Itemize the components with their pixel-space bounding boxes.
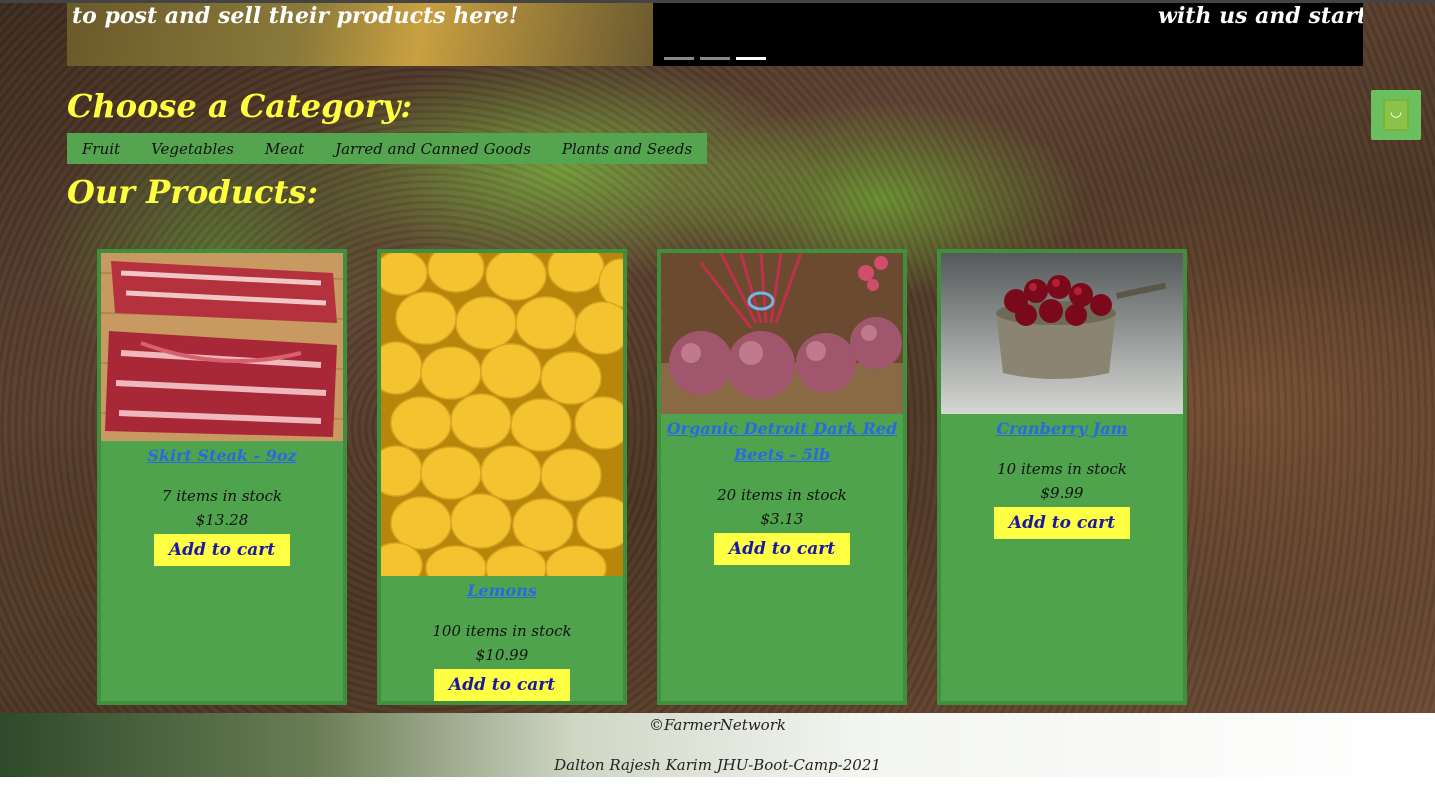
- product-stock: 100 items in stock: [432, 622, 572, 640]
- product-stock: 10 items in stock: [997, 460, 1127, 478]
- add-to-cart-button[interactable]: Add to cart: [153, 534, 291, 566]
- product-name-link[interactable]: Cranberry Jam: [941, 416, 1183, 442]
- product-name-link[interactable]: Skirt Steak - 9oz: [101, 443, 343, 469]
- product-price: $10.99: [475, 646, 529, 664]
- product-price: $9.99: [1040, 484, 1084, 502]
- skirt-steak-image[interactable]: [101, 253, 343, 441]
- carousel-indicator-1[interactable]: [664, 57, 694, 60]
- category-bar: Fruit Vegetables Meat Jarred and Canned …: [67, 133, 708, 164]
- category-vegetables[interactable]: Vegetables: [151, 140, 234, 158]
- footer-credits: Dalton Rajesh Karim JHU-Boot-Camp-2021: [554, 756, 881, 774]
- footer-copyright: ©FarmerNetwork: [649, 716, 786, 734]
- add-to-cart-button[interactable]: Add to cart: [433, 669, 571, 701]
- product-info: Skirt Steak - 9oz 7 items in stock $13.2…: [101, 443, 343, 566]
- carousel-indicators: [664, 57, 766, 60]
- product-info: Organic Detroit Dark Red Beets - 5lb 20 …: [661, 416, 903, 565]
- product-price: $3.13: [760, 510, 804, 528]
- carousel-indicator-3[interactable]: [736, 57, 766, 60]
- cart-button[interactable]: ◡: [1371, 90, 1421, 140]
- product-name-link[interactable]: Organic Detroit Dark Red Beets - 5lb: [661, 416, 903, 468]
- add-to-cart-button[interactable]: Add to cart: [993, 507, 1131, 539]
- lemons-image[interactable]: [381, 253, 623, 576]
- hero-text-left: to post and sell their products here!: [72, 3, 519, 29]
- add-to-cart-button[interactable]: Add to cart: [713, 533, 851, 565]
- product-name-link[interactable]: Lemons: [381, 578, 623, 604]
- carousel-indicator-2[interactable]: [700, 57, 730, 60]
- category-meat[interactable]: Meat: [265, 140, 304, 158]
- hero-text-right: with us and start Po: [1158, 3, 1363, 29]
- hero-carousel[interactable]: to post and sell their products here! wi…: [67, 3, 1363, 66]
- footer: ©FarmerNetwork Dalton Rajesh Karim JHU-B…: [0, 713, 1435, 777]
- category-heading: Choose a Category:: [67, 87, 413, 125]
- product-card: Lemons 100 items in stock $10.99 Add to …: [377, 249, 627, 705]
- product-info: Lemons 100 items in stock $10.99 Add to …: [381, 578, 623, 701]
- product-info: Cranberry Jam 10 items in stock $9.99 Ad…: [941, 416, 1183, 539]
- product-card: Skirt Steak - 9oz 7 items in stock $13.2…: [97, 249, 347, 705]
- product-stock: 20 items in stock: [717, 486, 847, 504]
- product-card: Cranberry Jam 10 items in stock $9.99 Ad…: [937, 249, 1187, 705]
- cranberry-jam-image[interactable]: [941, 253, 1183, 414]
- product-price: $13.28: [195, 511, 249, 529]
- product-stock: 7 items in stock: [161, 487, 283, 505]
- category-jarred-canned[interactable]: Jarred and Canned Goods: [335, 140, 531, 158]
- shopping-bag-icon: ◡: [1383, 99, 1409, 131]
- category-plants-seeds[interactable]: Plants and Seeds: [562, 140, 692, 158]
- product-card: Organic Detroit Dark Red Beets - 5lb 20 …: [657, 249, 907, 705]
- category-fruit[interactable]: Fruit: [82, 140, 120, 158]
- products-heading: Our Products:: [67, 173, 319, 211]
- beets-image[interactable]: [661, 253, 903, 414]
- hero-slide-image: to post and sell their products here!: [67, 3, 653, 66]
